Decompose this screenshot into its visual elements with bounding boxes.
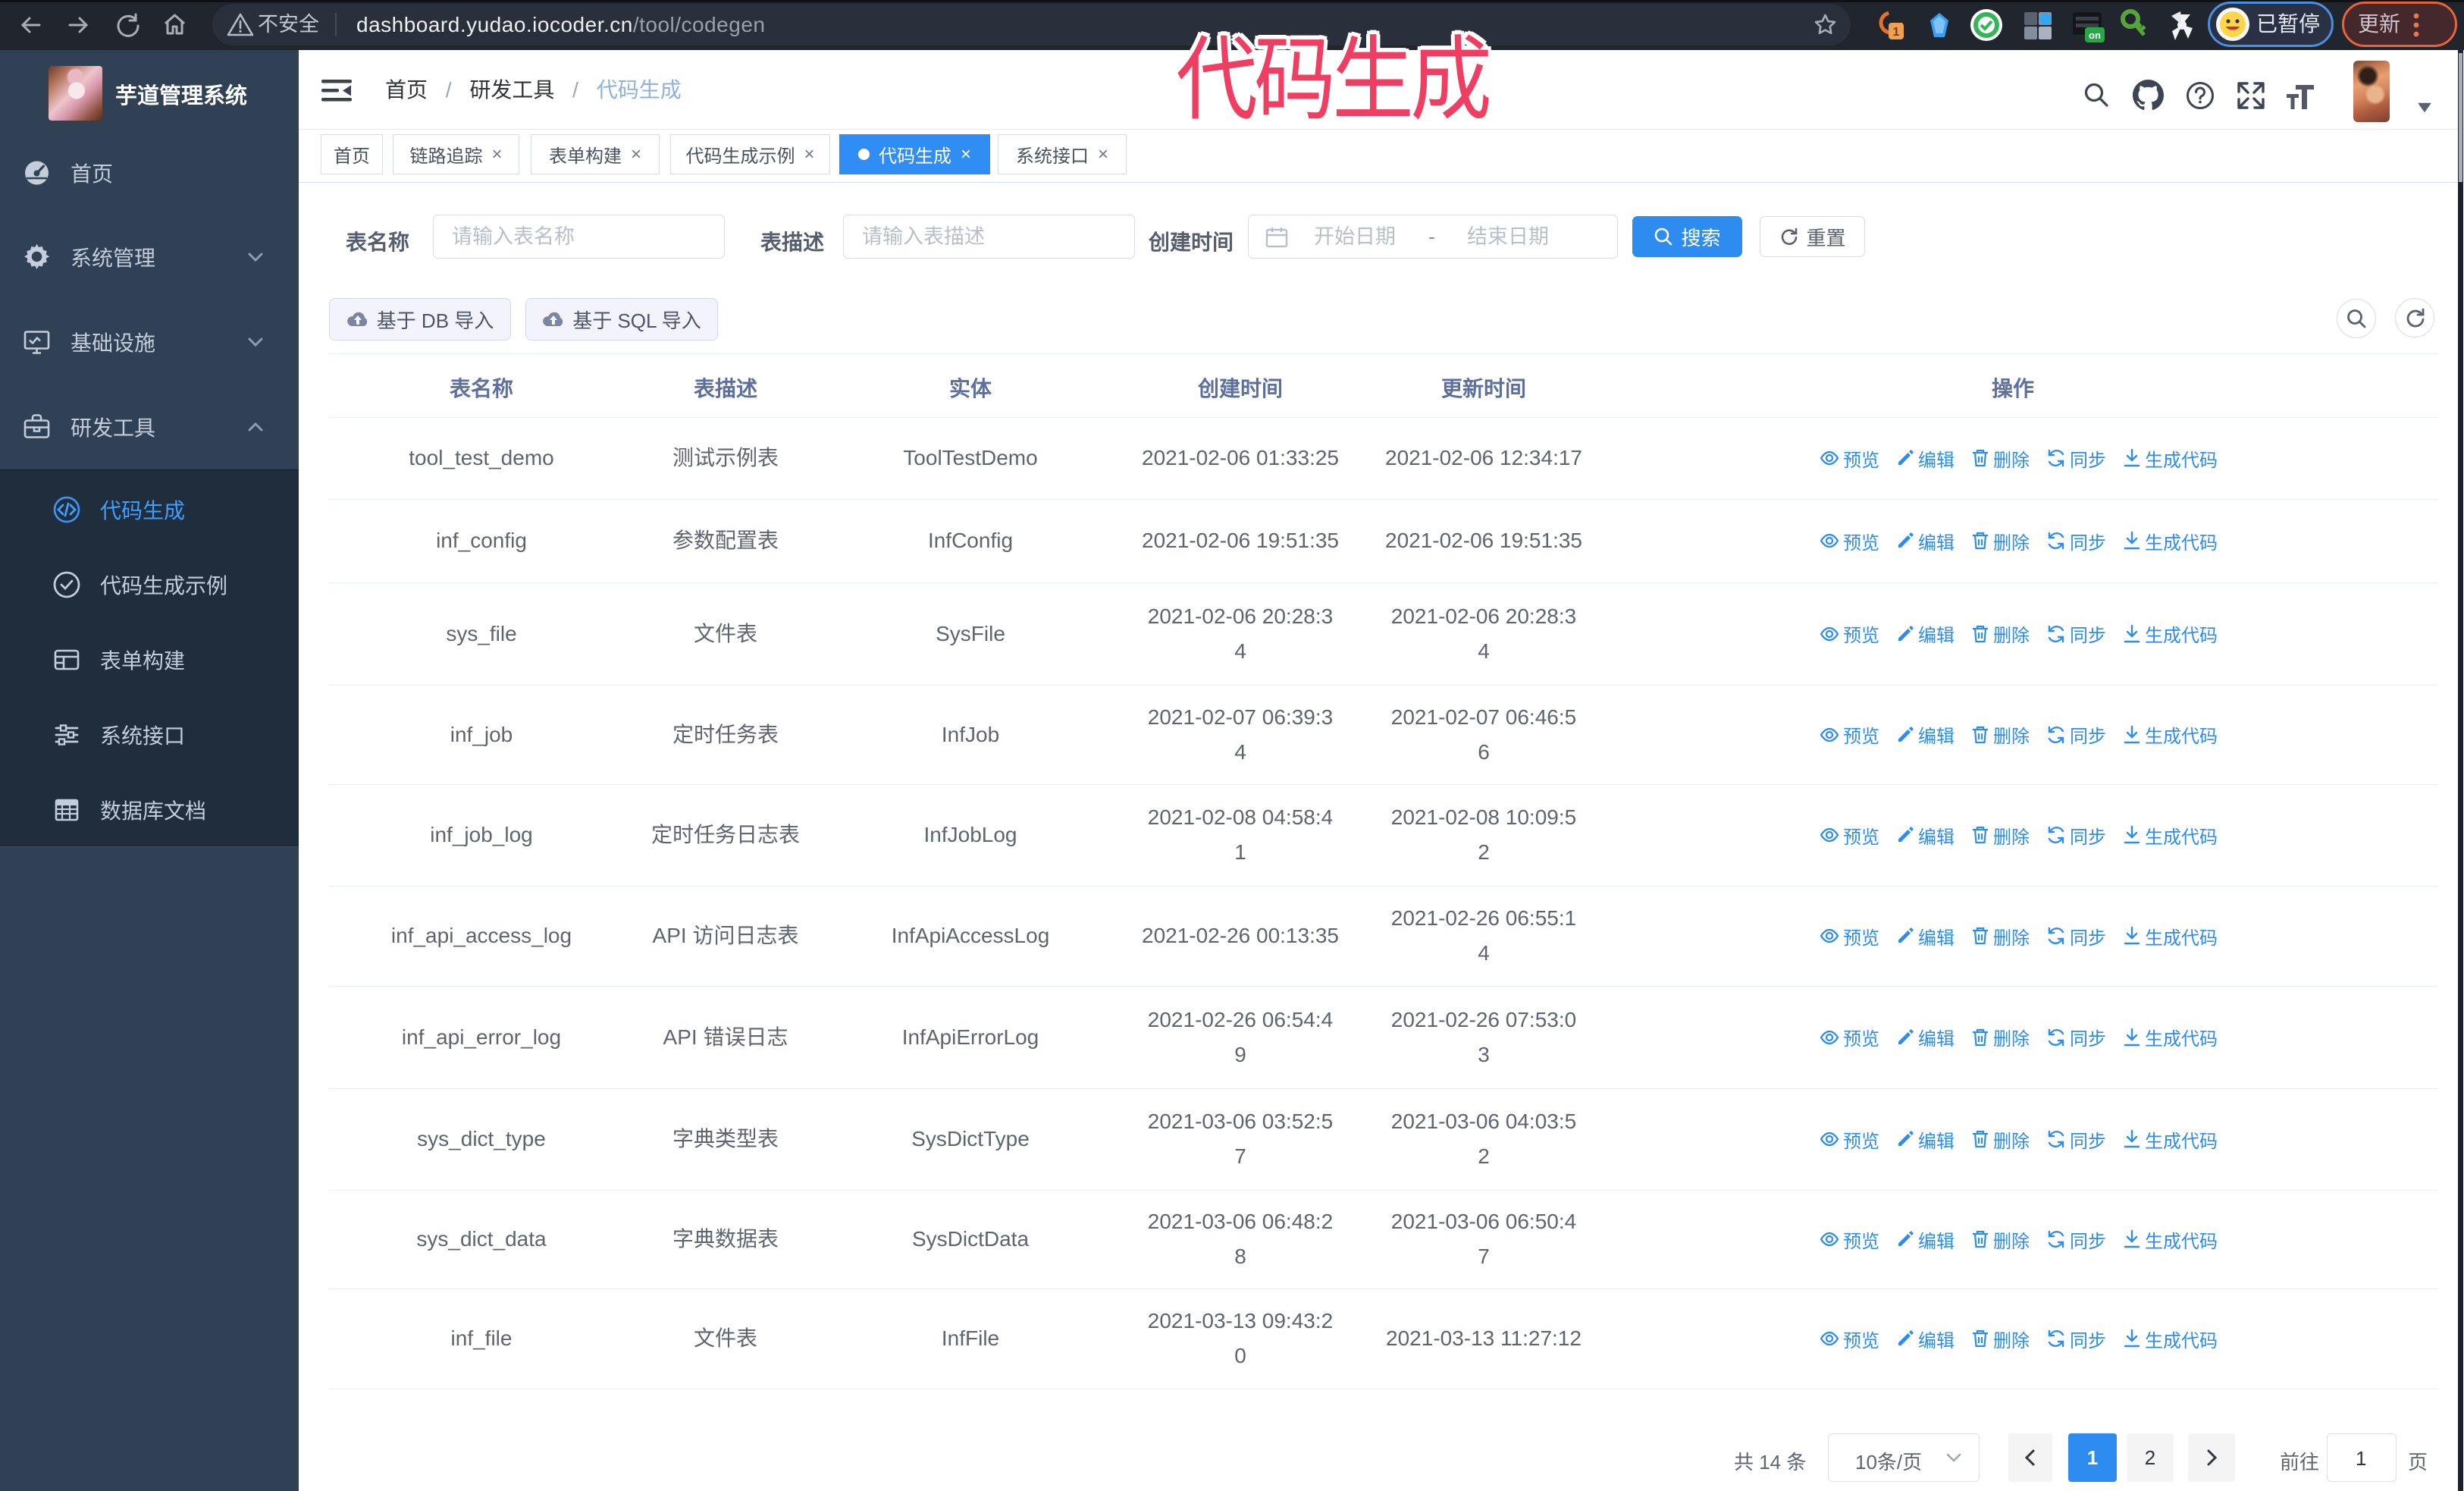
svg-text:1: 1 [1893,26,1900,39]
svg-text:on: on [2089,30,2101,41]
